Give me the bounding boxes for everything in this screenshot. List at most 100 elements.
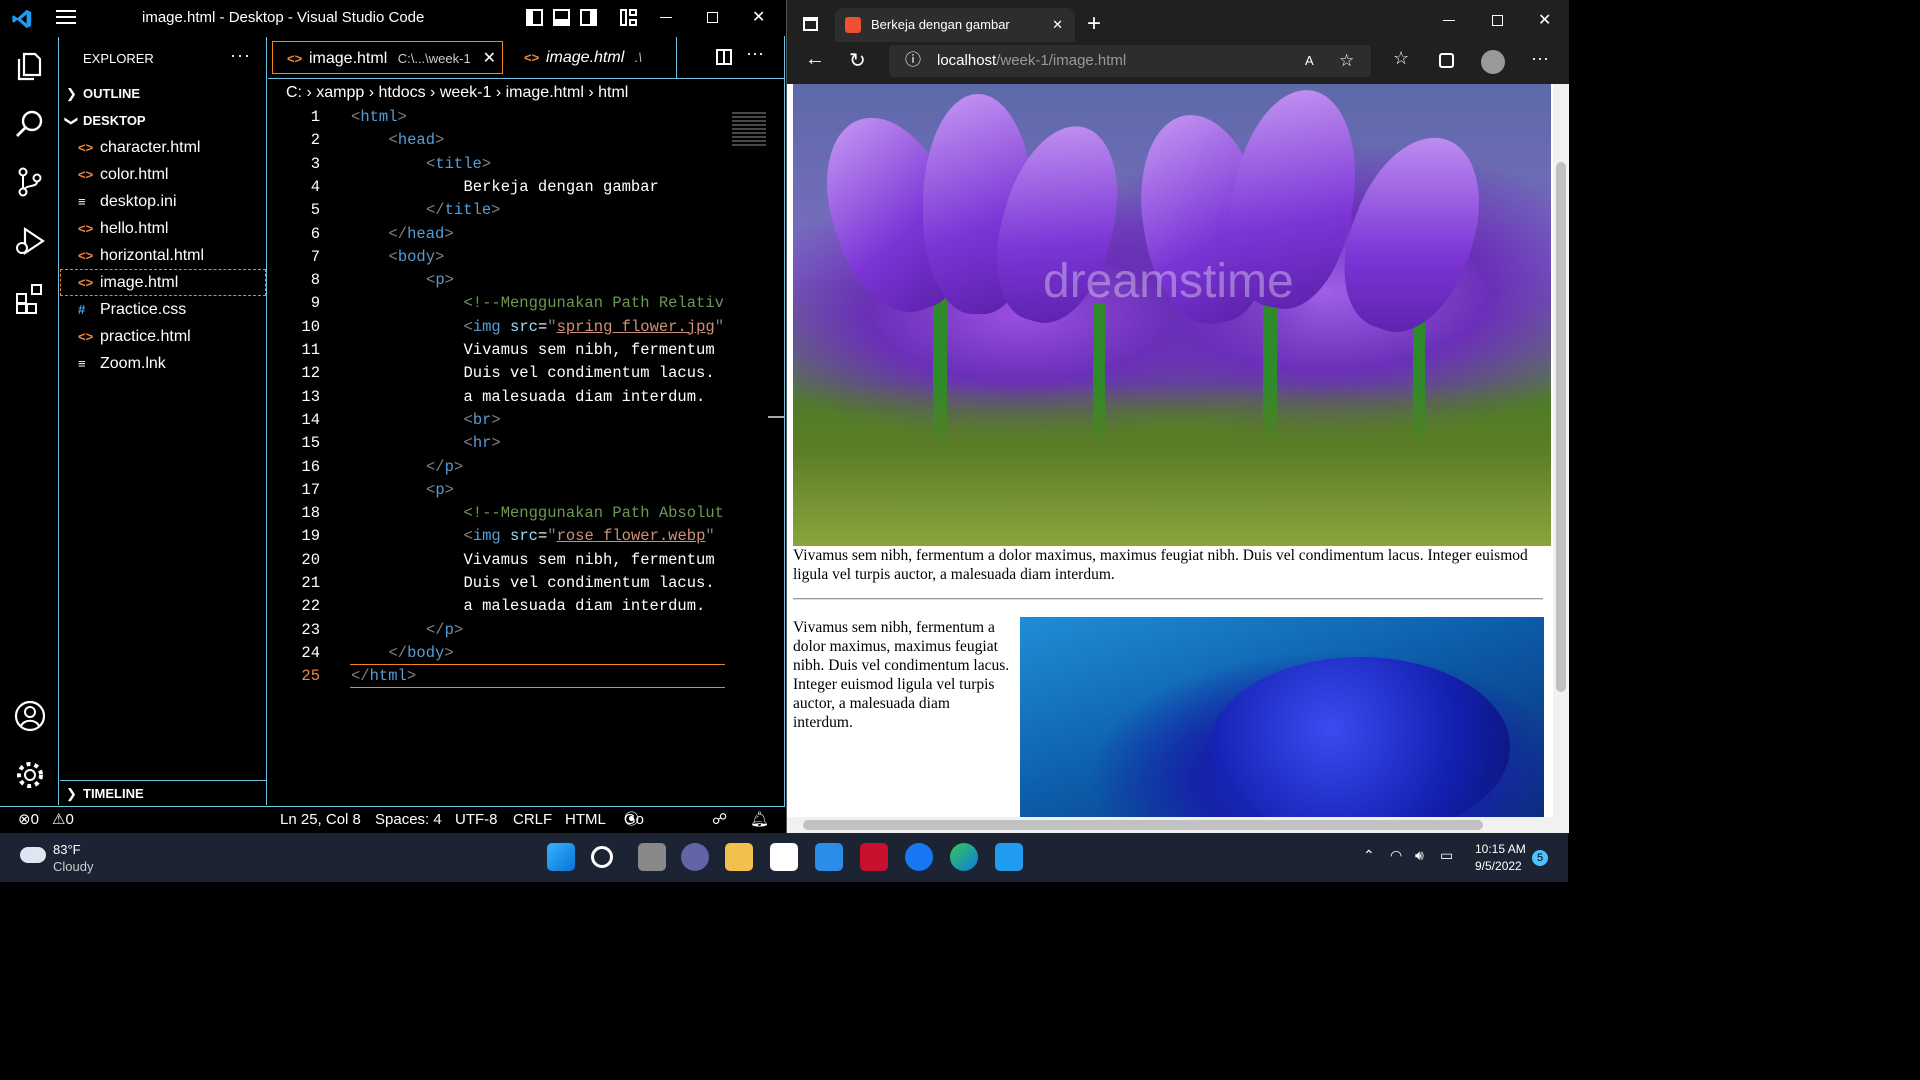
extensions-icon[interactable] bbox=[13, 281, 47, 315]
address-bar[interactable]: ⓘ localhost/week-1/image.html A ☆ bbox=[889, 45, 1371, 77]
toggle-sidebar-icon[interactable] bbox=[526, 9, 543, 26]
code-line[interactable]: </title> bbox=[426, 201, 500, 219]
breadcrumb-item[interactable]: image.html bbox=[506, 84, 584, 101]
code-line[interactable]: Vivamus sem nibh, fermentum bbox=[464, 551, 715, 569]
horizontal-scrollbar[interactable] bbox=[787, 817, 1569, 833]
source-control-icon[interactable] bbox=[13, 165, 47, 199]
outline-section[interactable]: ❯ OUTLINE bbox=[60, 81, 266, 107]
more-actions-icon[interactable]: ··· bbox=[230, 45, 251, 66]
feedback-icon[interactable]: ☍ bbox=[712, 807, 727, 833]
code-line[interactable]: Duis vel condimentum lacus. bbox=[464, 574, 715, 592]
new-tab-icon[interactable]: + bbox=[1087, 10, 1101, 38]
task-view-icon[interactable] bbox=[638, 843, 666, 871]
run-debug-icon[interactable] bbox=[13, 223, 47, 257]
code-line[interactable]: Berkeja dengan gambar bbox=[464, 178, 659, 196]
tab-image-html-active[interactable]: <> image.html C:\...\week-1 ✕ bbox=[272, 41, 503, 74]
accounts-icon[interactable] bbox=[13, 699, 47, 733]
weather-desc[interactable]: Cloudy bbox=[53, 859, 93, 874]
bell-icon[interactable]: 🔔︎ bbox=[750, 807, 769, 833]
code-line[interactable]: </p> bbox=[426, 458, 463, 476]
cloud-icon[interactable] bbox=[20, 847, 46, 863]
settings-gear-icon[interactable] bbox=[13, 758, 47, 792]
explorer-icon[interactable] bbox=[13, 49, 47, 83]
mcafee-icon[interactable] bbox=[860, 843, 888, 871]
facebook-icon[interactable] bbox=[905, 843, 933, 871]
line-endings[interactable]: CRLF bbox=[513, 807, 552, 833]
windows-start-icon[interactable] bbox=[547, 843, 575, 871]
timeline-section[interactable]: ❯ TIMELINE bbox=[60, 780, 266, 806]
indentation[interactable]: Spaces: 4 bbox=[375, 807, 442, 833]
encoding[interactable]: UTF-8 bbox=[455, 807, 498, 833]
chevron-up-icon[interactable]: ⌃ bbox=[1363, 847, 1375, 864]
launcher-app-icon[interactable] bbox=[815, 843, 843, 871]
file-item[interactable]: ≡ Zoom.lnk bbox=[60, 350, 266, 377]
settings-more-icon[interactable]: ··· bbox=[1531, 48, 1549, 69]
code-line[interactable]: Vivamus sem nibh, fermentum bbox=[464, 341, 715, 359]
tab-close-icon[interactable]: ✕ bbox=[483, 42, 496, 75]
menu-icon[interactable] bbox=[56, 10, 76, 24]
desktop-folder[interactable]: ❯ DESKTOP bbox=[60, 108, 266, 134]
code-line[interactable]: <!--Menggunakan Path Relativ bbox=[464, 294, 724, 312]
tab-close-icon[interactable]: ✕ bbox=[1052, 8, 1063, 42]
volume-icon[interactable]: 🔊︎ bbox=[1415, 847, 1424, 864]
language-mode[interactable]: HTML bbox=[565, 807, 606, 833]
horizontal-scroll-thumb[interactable] bbox=[803, 820, 1483, 830]
minimize-icon[interactable] bbox=[660, 17, 672, 18]
notification-badge[interactable]: 5 bbox=[1532, 850, 1548, 866]
code-line[interactable]: <!--Menggunakan Path Absolut bbox=[464, 504, 724, 522]
cursor-position[interactable]: Ln 25, Col 8 bbox=[280, 807, 361, 833]
weather-temp[interactable]: 83°F bbox=[53, 842, 81, 857]
add-favorite-icon[interactable]: ☆ bbox=[1339, 45, 1354, 77]
scrollbar-thumb[interactable] bbox=[768, 416, 784, 418]
maximize-icon[interactable] bbox=[707, 12, 718, 23]
breadcrumb-item[interactable]: week-1 bbox=[440, 84, 492, 101]
minimize-icon[interactable] bbox=[1443, 20, 1455, 21]
code-line[interactable]: <br> bbox=[464, 411, 501, 429]
breadcrumb-item[interactable]: htdocs bbox=[378, 84, 425, 101]
tab-image-html-preview[interactable]: <> image.html .\ bbox=[510, 41, 675, 74]
edge-icon[interactable] bbox=[950, 843, 978, 871]
breadcrumb-item[interactable]: C: bbox=[286, 84, 302, 101]
code-line[interactable]: <img src="spring flower.jpg" bbox=[464, 318, 725, 336]
file-item[interactable]: <> image.html bbox=[60, 269, 266, 296]
file-item[interactable]: <> color.html bbox=[60, 161, 266, 188]
collections-icon[interactable] bbox=[1439, 53, 1454, 68]
code-line[interactable]: <body> bbox=[389, 248, 445, 266]
code-line[interactable]: <html> bbox=[351, 108, 407, 126]
file-item[interactable]: # Practice.css bbox=[60, 296, 266, 323]
taskbar-search-icon[interactable] bbox=[591, 846, 613, 868]
code-line[interactable]: <p> bbox=[426, 481, 454, 499]
code-line[interactable]: </p> bbox=[426, 621, 463, 639]
favorites-icon[interactable]: ☆ bbox=[1393, 48, 1409, 69]
code-line[interactable]: </head> bbox=[389, 225, 454, 243]
browser-tab[interactable]: Berkeja dengan gambar ✕ bbox=[835, 8, 1075, 42]
read-aloud-icon[interactable]: A bbox=[1305, 45, 1314, 77]
code-line[interactable]: a malesuada diam interdum. bbox=[464, 597, 706, 615]
close-icon[interactable]: ✕ bbox=[752, 7, 765, 27]
vertical-scrollbar[interactable] bbox=[1553, 84, 1569, 817]
battery-icon[interactable]: ▭ bbox=[1440, 847, 1453, 864]
code-line[interactable]: Duis vel condimentum lacus. bbox=[464, 364, 715, 382]
refresh-icon[interactable]: ↻ bbox=[849, 48, 866, 73]
code-line[interactable]: a malesuada diam interdum. bbox=[464, 388, 706, 406]
back-arrow-icon[interactable]: ← bbox=[805, 48, 825, 71]
maximize-icon[interactable] bbox=[1492, 15, 1503, 26]
breadcrumb-item[interactable]: html bbox=[598, 84, 628, 101]
search-icon[interactable] bbox=[13, 107, 47, 141]
errors-indicator[interactable]: ⊗ 0 bbox=[18, 807, 39, 833]
code-line[interactable]: <hr> bbox=[464, 434, 501, 452]
profile-avatar-icon[interactable] bbox=[1481, 50, 1505, 74]
file-item[interactable]: <> character.html bbox=[60, 134, 266, 161]
customize-layout-icon[interactable] bbox=[620, 9, 637, 26]
breadcrumb-item[interactable]: xampp bbox=[316, 84, 364, 101]
file-item[interactable]: <> practice.html bbox=[60, 323, 266, 350]
file-item[interactable]: ≡ desktop.ini bbox=[60, 188, 266, 215]
warnings-indicator[interactable]: ⚠ 0 bbox=[52, 807, 74, 833]
clock-time[interactable]: 10:15 AM bbox=[1475, 842, 1526, 856]
teams-chat-icon[interactable] bbox=[681, 843, 709, 871]
close-icon[interactable]: ✕ bbox=[1538, 10, 1551, 30]
vscode-taskbar-icon[interactable] bbox=[995, 843, 1023, 871]
code-line[interactable]: <img src="rose flower.webp" bbox=[464, 527, 715, 545]
tab-actions-icon[interactable] bbox=[803, 17, 818, 31]
code-line[interactable]: <p> bbox=[426, 271, 454, 289]
